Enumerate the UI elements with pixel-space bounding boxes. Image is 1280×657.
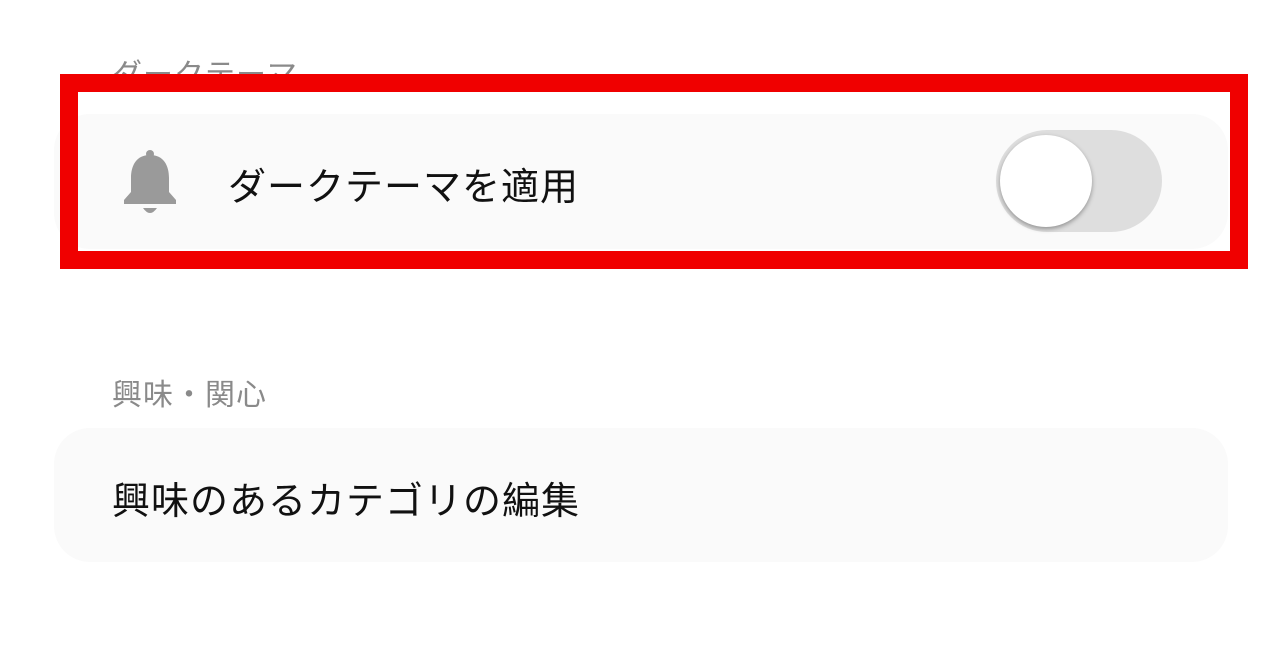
settings-page: ダークテーマ ダークテーマを適用 興味・関心 興味のあるカテゴリの編集 [0,0,1280,657]
section-label-interests: 興味・関心 [112,378,267,413]
dark-theme-toggle[interactable] [996,130,1162,232]
section-label-dark-theme: ダークテーマ [112,58,298,93]
toggle-knob [1000,135,1092,227]
dark-theme-label: ダークテーマを適用 [228,165,580,209]
edit-interest-categories-label: 興味のあるカテゴリの編集 [112,479,581,523]
bell-icon [124,150,176,213]
